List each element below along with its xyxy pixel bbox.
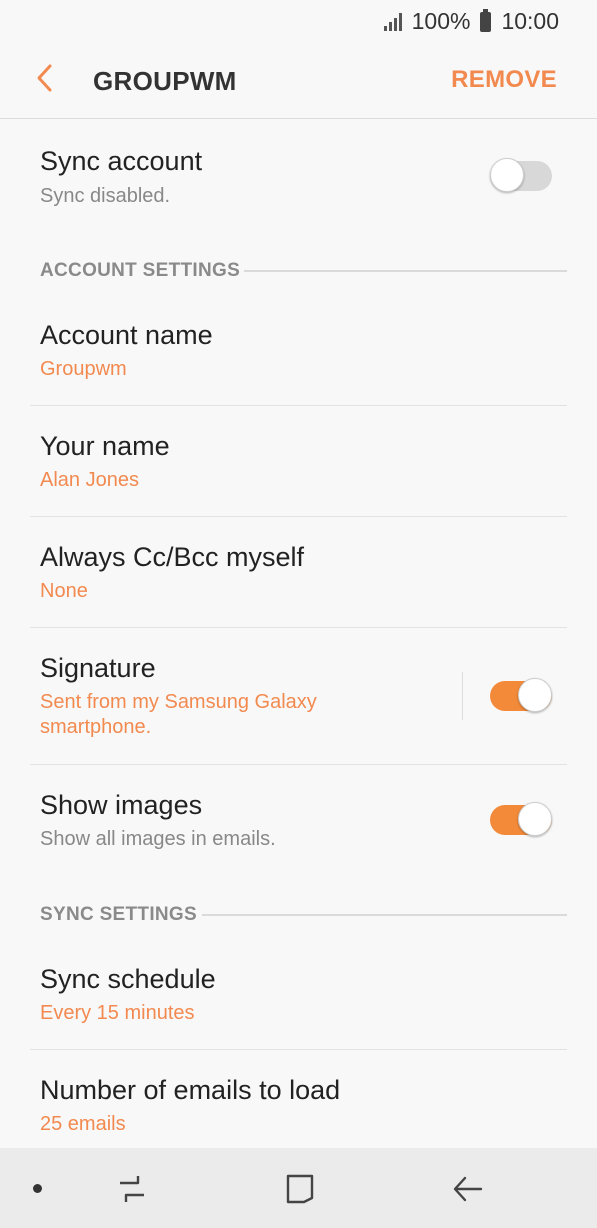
sync-account-status: Sync disabled. (40, 185, 171, 207)
home-button[interactable] (280, 1170, 320, 1208)
your-name-item[interactable]: Your name Alan Jones (30, 411, 567, 515)
home-icon (286, 1174, 314, 1204)
remove-button[interactable]: REMOVE (451, 66, 557, 94)
battery-icon (480, 8, 492, 32)
emails-to-load-value: 25 emails (40, 1113, 126, 1135)
sync-schedule-title: Sync schedule (40, 964, 216, 994)
sync-schedule-item[interactable]: Sync schedule Every 15 minutes (30, 944, 567, 1048)
divider (30, 405, 567, 406)
sync-settings-header: SYNC SETTINGS (40, 904, 197, 925)
toggle-knob (490, 158, 524, 192)
back-button[interactable] (28, 58, 64, 98)
divider (30, 1049, 567, 1050)
signature-title: Signature (40, 653, 156, 683)
chevron-left-icon (37, 64, 52, 92)
account-name-value: Groupwm (40, 358, 127, 380)
account-settings-header: ACCOUNT SETTINGS (40, 260, 241, 281)
account-name-item[interactable]: Account name Groupwm (30, 300, 567, 404)
navigation-bar (0, 1148, 597, 1228)
toggle-knob (518, 678, 552, 712)
cc-bcc-item[interactable]: Always Cc/Bcc myself None (30, 522, 567, 626)
recents-button[interactable] (112, 1170, 152, 1208)
show-images-item[interactable]: Show images Show all images in emails. (30, 770, 567, 870)
vertical-separator (462, 672, 463, 720)
divider (30, 627, 567, 628)
show-images-toggle[interactable] (490, 802, 552, 836)
clock: 10:00 (501, 8, 559, 34)
back-arrow-icon (453, 1176, 483, 1202)
cc-bcc-value: None (40, 580, 88, 602)
signature-item[interactable]: Signature Sent from my Samsung Galaxy sm… (30, 633, 450, 763)
divider (30, 516, 567, 517)
your-name-value: Alan Jones (40, 469, 139, 491)
sync-account-item[interactable]: Sync account Sync disabled. (30, 130, 567, 230)
emails-to-load-title: Number of emails to load (40, 1075, 341, 1105)
signature-toggle[interactable] (490, 678, 552, 712)
section-divider (202, 914, 567, 916)
show-images-subtitle: Show all images in emails. (40, 828, 276, 850)
app-bar: GROUPWM REMOVE (0, 42, 597, 119)
signal-icon (383, 12, 402, 31)
toggle-knob (518, 802, 552, 836)
sync-schedule-value: Every 15 minutes (40, 1002, 195, 1024)
emails-to-load-item[interactable]: Number of emails to load 25 emails (30, 1055, 567, 1147)
recents-icon (120, 1176, 144, 1202)
signature-value-line2: smartphone. (40, 716, 152, 738)
show-images-title: Show images (40, 790, 203, 820)
account-name-title: Account name (40, 320, 213, 350)
page-title: GROUPWM (93, 66, 237, 96)
signature-value-line1: Sent from my Samsung Galaxy (40, 691, 317, 713)
cc-bcc-title: Always Cc/Bcc myself (40, 542, 305, 572)
your-name-title: Your name (40, 431, 170, 461)
divider (30, 764, 567, 765)
sync-account-title: Sync account (40, 146, 203, 176)
nav-back-button[interactable] (447, 1170, 487, 1208)
dot-indicator[interactable] (33, 1184, 42, 1193)
status-bar: 100% 10:00 (0, 0, 597, 42)
sync-account-toggle[interactable] (490, 158, 552, 192)
battery-percent: 100% (411, 8, 471, 34)
section-divider (244, 270, 567, 272)
